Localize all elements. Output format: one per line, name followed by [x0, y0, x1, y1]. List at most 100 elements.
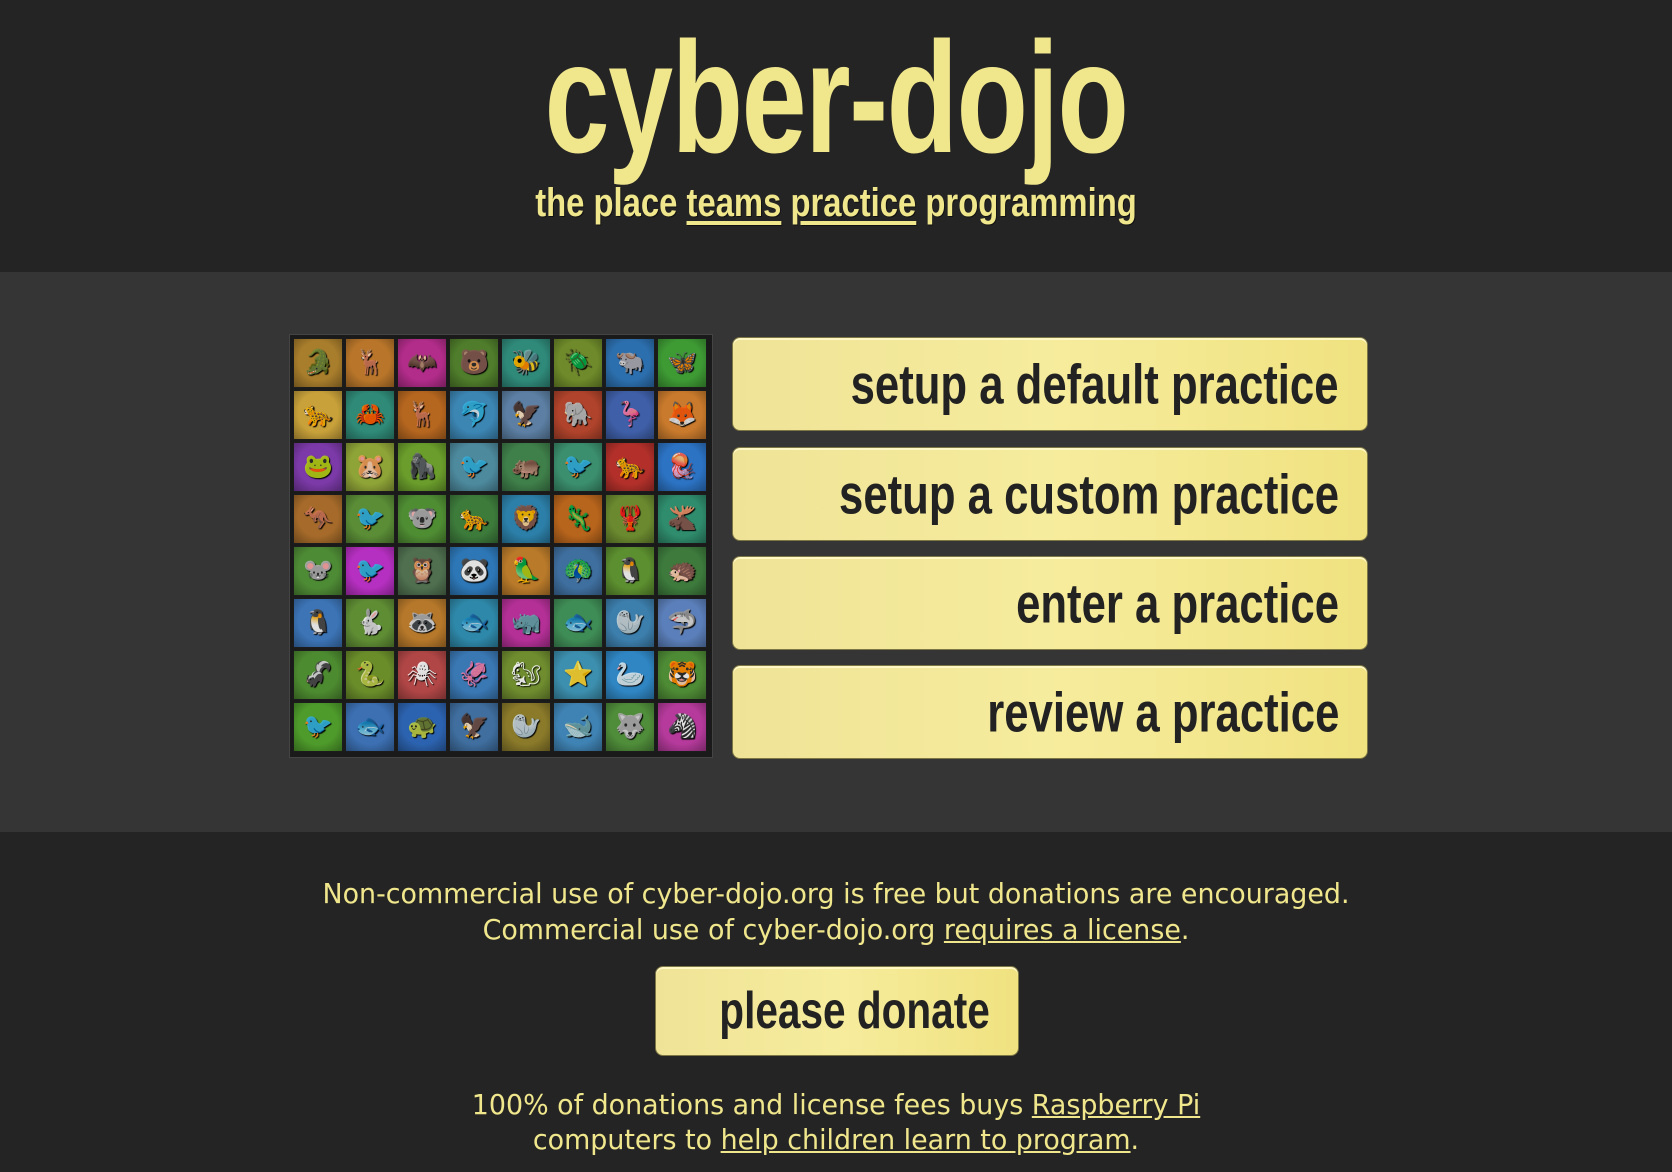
footer-line-3: 100% of donations and license fees buys …	[33, 1087, 1638, 1123]
koala-icon: 🐨	[407, 505, 437, 532]
animal-tile-crocodile: 🐊	[293, 338, 343, 388]
tagline-suffix: programming	[925, 181, 1137, 225]
porcupine-icon: 🦔	[667, 557, 697, 584]
flamingo-icon: 🦩	[615, 401, 645, 428]
footer-line-2: Commercial use of cyber-dojo.org require…	[33, 912, 1638, 948]
dolphin-icon: 🐬	[459, 401, 489, 428]
please-donate-button[interactable]: please donate	[655, 966, 1019, 1056]
toucan-icon: 🐦	[303, 713, 333, 740]
swan-icon: 🦢	[615, 661, 645, 688]
animal-tile-kingfisher: 🐦	[345, 494, 395, 544]
footer-line-1: Non-commercial use of cyber-dojo.org is …	[322, 877, 1350, 910]
raccoon-icon: 🦝	[407, 609, 437, 636]
animal-tile-shark: 🦈	[657, 598, 707, 648]
setup-custom-practice-button[interactable]: setup a custom practice	[732, 447, 1368, 541]
bat-icon: 🦇	[407, 349, 437, 376]
animal-tile-buffalo: 🐃	[605, 338, 655, 388]
animal-tile-hippo: 🦛	[501, 442, 551, 492]
animal-tile-owl: 🦉	[397, 546, 447, 596]
seal-icon: 🦭	[615, 609, 645, 636]
frog-icon: 🐸	[303, 453, 333, 480]
mouse-icon: 🐭	[303, 557, 333, 584]
wolf-icon: 🐺	[615, 713, 645, 740]
setup-custom-practice-label: setup a custom practice	[838, 462, 1339, 526]
practice-link[interactable]: practice	[790, 181, 916, 225]
enter-practice-button[interactable]: enter a practice	[732, 556, 1368, 650]
animal-tile-skunk: 🦨	[293, 650, 343, 700]
tiger-icon: 🐯	[667, 661, 697, 688]
tuna-icon: 🐟	[355, 713, 385, 740]
setup-default-practice-button[interactable]: setup a default practice	[732, 337, 1368, 431]
requires-license-link[interactable]: requires a license	[944, 913, 1181, 946]
animal-tile-hyena: 🐆	[605, 442, 655, 492]
lobster-icon: 🦞	[615, 505, 645, 532]
eagle-icon: 🦅	[511, 401, 541, 428]
animal-tile-heron: 🐦	[449, 442, 499, 492]
footer-line-4: computers to help children learn to prog…	[33, 1122, 1638, 1158]
fox-icon: 🦊	[667, 401, 697, 428]
animal-tile-zebra: 🦓	[657, 702, 707, 752]
animal-tile-swan: 🦢	[605, 650, 655, 700]
zebra-icon: 🦓	[667, 713, 697, 740]
animal-tile-fox: 🦊	[657, 390, 707, 440]
animal-tile-gopher: 🐹	[345, 442, 395, 492]
animal-tile-lion: 🦁	[501, 494, 551, 544]
gopher-icon: 🐹	[355, 453, 385, 480]
animal-tile-ostrich: 🐦	[345, 546, 395, 596]
panda-icon: 🐼	[459, 557, 489, 584]
animal-tile-starfish: ⭐	[553, 650, 603, 700]
footer-line-4-suffix: .	[1130, 1123, 1140, 1156]
animal-tile-parrot: 🦜	[501, 546, 551, 596]
animal-tile-hummingbird: 🐦	[553, 442, 603, 492]
animal-tile-whale: 🐋	[553, 702, 603, 752]
animal-tile-salmon: 🐟	[553, 598, 603, 648]
crocodile-icon: 🐊	[303, 349, 333, 376]
kingfisher-icon: 🐦	[355, 505, 385, 532]
teams-link[interactable]: teams	[687, 181, 782, 225]
animal-tile-beetle: 🪲	[553, 338, 603, 388]
help-children-link[interactable]: help children learn to program	[721, 1123, 1131, 1156]
animal-tile-vulture: 🦅	[449, 702, 499, 752]
header: cyber-dojo the place teams practice prog…	[0, 0, 1672, 272]
rhino-icon: 🦏	[511, 609, 541, 636]
hyena-icon: 🐆	[615, 453, 645, 480]
animal-tile-squirrel: 🐿	[501, 650, 551, 700]
skunk-icon: 🦨	[303, 661, 333, 688]
rabbit-icon: 🐇	[355, 609, 385, 636]
animal-tile-porcupine: 🦔	[657, 546, 707, 596]
squirrel-icon: 🐿	[510, 661, 542, 688]
animal-tile-raccoon: 🦝	[397, 598, 447, 648]
footer-line-2-prefix: Commercial use of cyber-dojo.org	[482, 913, 936, 946]
animal-tile-elephant: 🐘	[553, 390, 603, 440]
animal-tile-peacock: 🦚	[553, 546, 603, 596]
cheetah-icon: 🐆	[303, 401, 333, 428]
animal-tile-gorilla: 🦍	[397, 442, 447, 492]
heron-icon: 🐦	[459, 453, 489, 480]
walrus-icon: 🦭	[511, 713, 541, 740]
animal-tile-lobster: 🦞	[605, 494, 655, 544]
animal-tile-eagle: 🦅	[501, 390, 551, 440]
peacock-icon: 🦚	[563, 557, 593, 584]
lizard-icon: 🦎	[563, 505, 593, 532]
raspberry-pi-link[interactable]: Raspberry Pi	[1032, 1088, 1200, 1121]
animal-tile-bat: 🦇	[397, 338, 447, 388]
animal-tile-lizard: 🦎	[553, 494, 603, 544]
penguin-icon: 🐧	[615, 557, 645, 584]
animal-tile-cheetah: 🐆	[293, 390, 343, 440]
salmon-icon: 🐟	[563, 609, 593, 636]
lion-icon: 🦁	[511, 505, 541, 532]
animal-tile-turtle: 🐢	[397, 702, 447, 752]
animal-tile-rhino: 🦏	[501, 598, 551, 648]
animal-tile-walrus: 🦭	[501, 702, 551, 752]
ostrich-icon: 🐦	[355, 557, 385, 584]
beetle-icon: 🪲	[563, 349, 593, 376]
review-practice-button[interactable]: review a practice	[732, 665, 1368, 759]
hummingbird-icon: 🐦	[563, 453, 593, 480]
ray-icon: 🐟	[459, 609, 489, 636]
animal-tile-puffin: 🐧	[293, 598, 343, 648]
animal-tile-seal: 🦭	[605, 598, 655, 648]
animal-tile-tuna: 🐟	[345, 702, 395, 752]
animal-tile-mouse: 🐭	[293, 546, 343, 596]
main-panel: 🐊 🦌 🦇 🐻 🐝 🪲 🐃 🦋 🐆 🦀 🦌 🐬 🦅 🐘 🦩 🦊 🐸 🐹 🦍 🐦 🦛 🐦 🐆 🪼 🦘 🐦 🐨 🐆 🦁 🦎 🦞 🫎 🐭 🐦 🦉 🐼 🦜 🦚 🐧 🦔…	[0, 272, 1672, 832]
snake-icon: 🐍	[355, 661, 385, 688]
